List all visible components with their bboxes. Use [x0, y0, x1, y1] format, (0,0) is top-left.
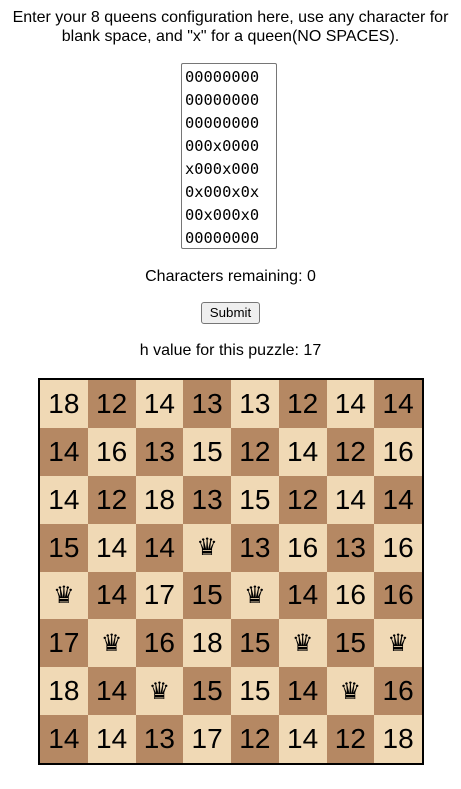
board-cell: 14 — [278, 667, 327, 716]
submit-button[interactable]: Submit — [201, 302, 260, 324]
board-cell: 16 — [374, 427, 422, 476]
board-cell: 14 — [374, 380, 422, 428]
board-cell: 14 — [326, 475, 375, 524]
board-cell: 16 — [374, 667, 422, 716]
board-cell: 14 — [326, 380, 375, 428]
instructions-line-2: blank space, and "x" for a queen(NO SPAC… — [61, 28, 400, 45]
queen-icon: ♛ — [183, 523, 231, 572]
board-cell: 18 — [183, 619, 231, 668]
board-cell: 14 — [40, 427, 88, 476]
board-cell: 14 — [135, 523, 184, 572]
board-cell: 12 — [326, 427, 375, 476]
board-cell: 16 — [374, 523, 422, 572]
board-cell: 16 — [87, 427, 136, 476]
board-cell: 14 — [135, 380, 184, 428]
board-cell: 15 — [183, 667, 231, 716]
characters-remaining: Characters remaining: 0 — [145, 268, 316, 285]
board-cell: 14 — [278, 427, 327, 476]
board-cell: 14 — [87, 667, 136, 716]
h-value-text: h value for this puzzle: 17 — [139, 342, 322, 359]
instructions-line-1: Enter your 8 queens configuration here, … — [12, 9, 449, 26]
board-cell: 12 — [326, 715, 375, 763]
queen-icon: ♛ — [278, 619, 327, 668]
board-cell: 13 — [183, 475, 231, 524]
board-cell: 15 — [231, 619, 279, 668]
queen-icon: ♛ — [231, 571, 279, 620]
board-cell: 17 — [135, 571, 184, 620]
board-cell: 14 — [374, 475, 422, 524]
board-cell: 17 — [40, 619, 88, 668]
board-cell: 12 — [231, 715, 279, 763]
board-cell: 14 — [87, 571, 136, 620]
board-cell: 17 — [183, 715, 231, 763]
board-cell: 18 — [40, 380, 88, 428]
board-cell: 12 — [87, 475, 136, 524]
queen-icon: ♛ — [135, 667, 184, 716]
board-cell: 18 — [135, 475, 184, 524]
board-cell: 18 — [374, 715, 422, 763]
board-cell: 18 — [40, 667, 88, 716]
board-cell: 15 — [326, 619, 375, 668]
board-cell: 14 — [87, 523, 136, 572]
board-cell: 15 — [231, 475, 279, 524]
board-cell: 14 — [40, 715, 88, 763]
board-cell: 13 — [326, 523, 375, 572]
board-cell: 13 — [183, 380, 231, 428]
board-cell: 13 — [135, 715, 184, 763]
board-cell: 16 — [135, 619, 184, 668]
board-cell: 14 — [40, 475, 88, 524]
config-textarea[interactable] — [181, 63, 277, 249]
board-cell: 12 — [278, 475, 327, 524]
board-cell: 12 — [278, 380, 327, 428]
queen-icon: ♛ — [40, 571, 88, 620]
board-cell: 14 — [87, 715, 136, 763]
queen-icon: ♛ — [374, 619, 422, 668]
board-cell: 15 — [231, 667, 279, 716]
board-cell: 13 — [135, 427, 184, 476]
board-cell: 14 — [278, 571, 327, 620]
board-cell: 12 — [231, 427, 279, 476]
queen-icon: ♛ — [87, 619, 136, 668]
board-cell: 12 — [87, 380, 136, 428]
board-cell: 13 — [231, 380, 279, 428]
board-cell: 16 — [374, 571, 422, 620]
instructions-text: Enter your 8 queens configuration here, … — [0, 8, 461, 46]
board-cell: 16 — [326, 571, 375, 620]
chess-board: 18 12 14 13 13 12 14 14 14 16 13 15 12 14 12 16 14 12 18 13… — [38, 378, 424, 765]
board-cell: 14 — [278, 715, 327, 763]
board-cell: 15 — [183, 571, 231, 620]
board-cell: 15 — [40, 523, 88, 572]
board-cell: 13 — [231, 523, 279, 572]
board-cell: 15 — [183, 427, 231, 476]
board-cell: 16 — [278, 523, 327, 572]
queen-icon: ♛ — [326, 667, 375, 716]
